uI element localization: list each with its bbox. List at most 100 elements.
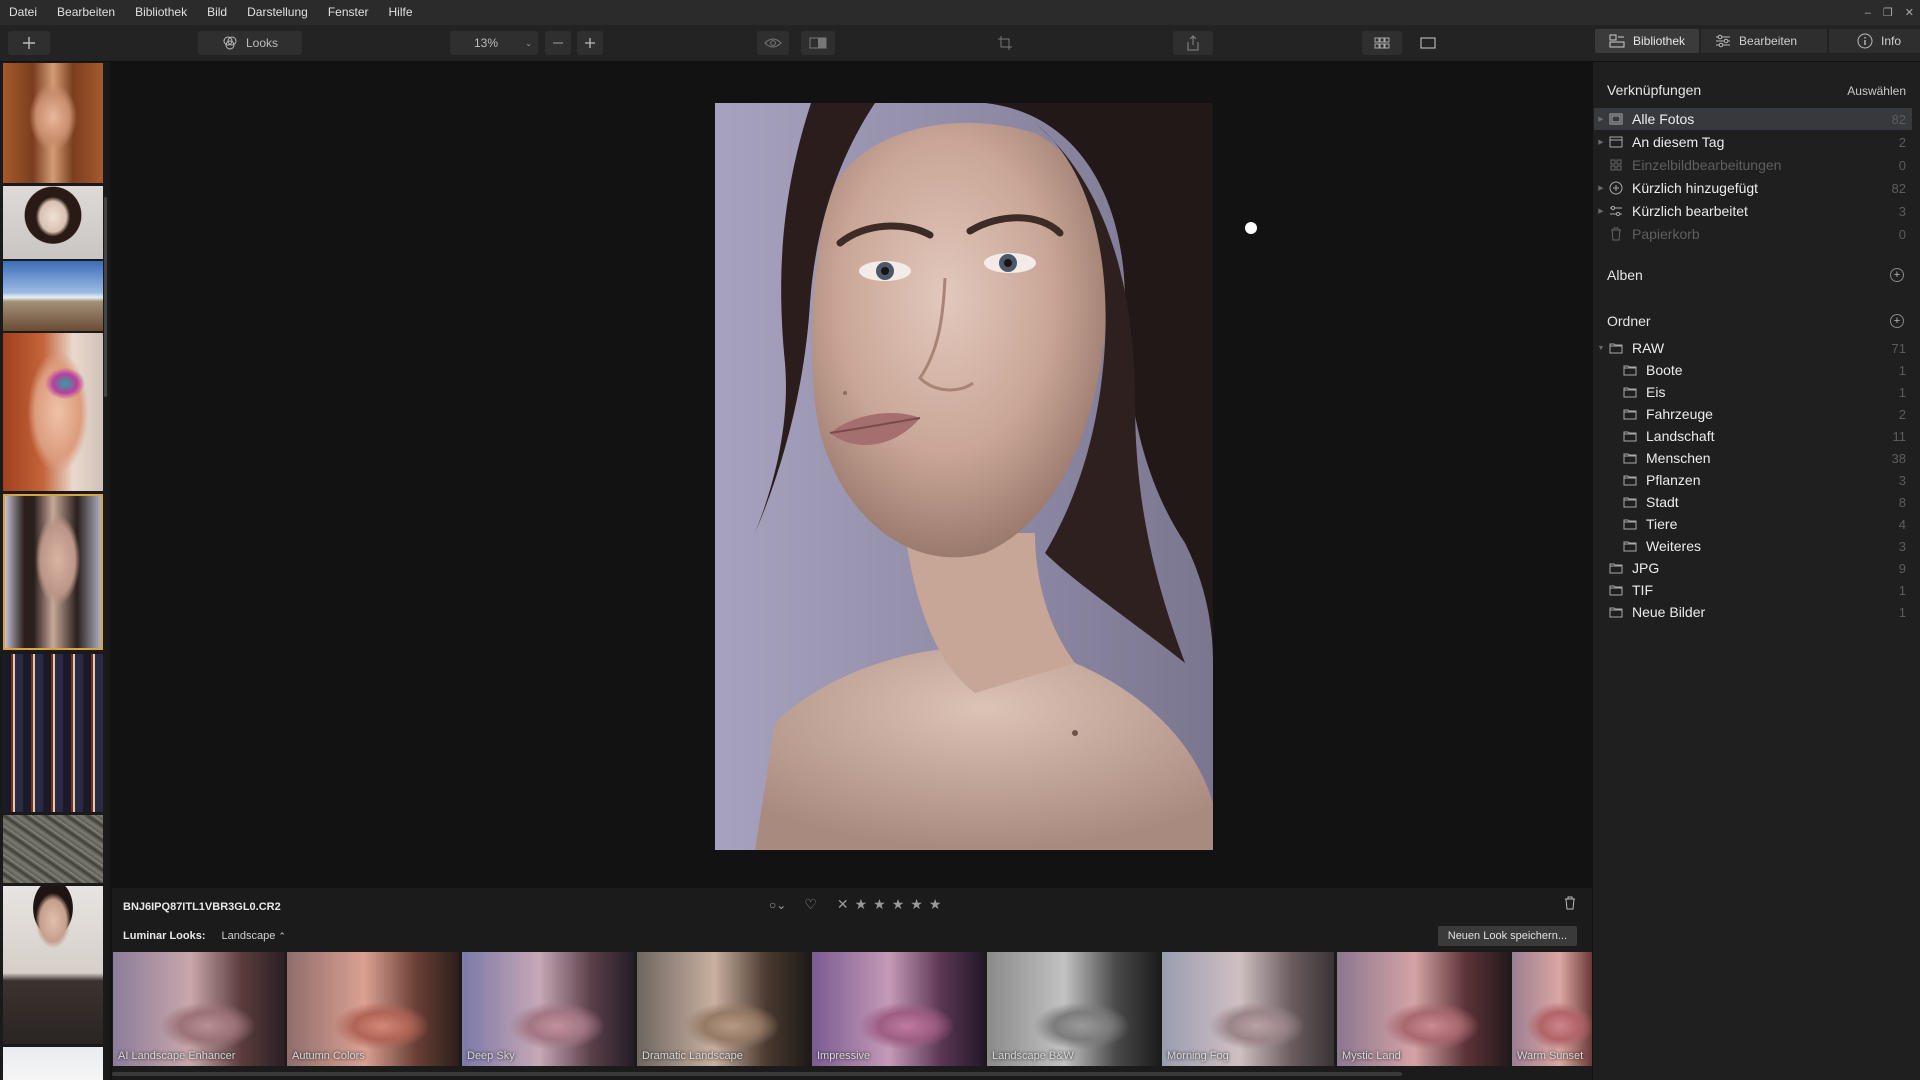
compare-icon bbox=[809, 37, 827, 49]
photos-icon bbox=[1608, 112, 1624, 126]
thumbnail[interactable] bbox=[3, 261, 103, 331]
add-photos-button[interactable] bbox=[8, 31, 50, 55]
thumbnail[interactable] bbox=[3, 63, 103, 183]
chevron-up-icon: ⌃ bbox=[278, 931, 286, 941]
shortcut-kuerzlich-bearbeitet[interactable]: ▶ Kürzlich bearbeitet 3 bbox=[1594, 200, 1912, 222]
folder-count: 3 bbox=[1898, 472, 1906, 488]
thumbnail[interactable] bbox=[3, 1047, 103, 1080]
expand-arrow-icon: ▶ bbox=[1598, 185, 1604, 192]
albums-title: Alben bbox=[1607, 267, 1643, 283]
compare-button[interactable] bbox=[801, 31, 835, 55]
shortcuts-title: Verknüpfungen bbox=[1607, 82, 1702, 98]
thumbnail[interactable] bbox=[3, 654, 103, 812]
main-photo[interactable] bbox=[715, 103, 1213, 850]
look-thumbnail[interactable]: Warm Sunset bbox=[1512, 952, 1592, 1066]
info-panel: BNJ6IPQ87ITL1VBR3GL0.CR2 ○⌄ ♡ ✕ ★ ★ ★ ★ … bbox=[112, 888, 1592, 1080]
add-album-icon[interactable]: + bbox=[1890, 268, 1904, 282]
star-icon[interactable]: ★ bbox=[855, 896, 868, 913]
shortcut-alle-fotos[interactable]: ▶ Alle Fotos 82 bbox=[1594, 108, 1912, 130]
folder-landschaft[interactable]: Landschaft 11 bbox=[1594, 425, 1912, 447]
crop-button[interactable] bbox=[990, 31, 1020, 55]
folder-weiteres[interactable]: Weiteres 3 bbox=[1594, 535, 1912, 557]
preview-toggle-button[interactable] bbox=[757, 31, 789, 55]
look-thumbnail[interactable]: Landscape B&W bbox=[987, 952, 1159, 1066]
filmstrip-scrollbar[interactable] bbox=[104, 197, 107, 397]
folder-fahrzeuge[interactable]: Fahrzeuge 2 bbox=[1594, 403, 1912, 425]
star-icon[interactable]: ★ bbox=[873, 896, 886, 913]
folder-menschen[interactable]: Menschen 38 bbox=[1594, 447, 1912, 469]
grid-view-button[interactable] bbox=[1362, 31, 1402, 55]
folder-count: 3 bbox=[1898, 538, 1906, 554]
look-thumbnail[interactable]: Autumn Colors bbox=[287, 952, 459, 1066]
menu-bibliothek[interactable]: Bibliothek bbox=[125, 0, 197, 25]
color-label-icon[interactable]: ○⌄ bbox=[769, 898, 786, 912]
folder-tiere[interactable]: Tiere 4 bbox=[1594, 513, 1912, 535]
shortcut-papierkorb[interactable]: Papierkorb 0 bbox=[1594, 223, 1912, 245]
look-thumbnail[interactable]: Deep Sky bbox=[462, 952, 634, 1066]
folder-tif[interactable]: TIF 1 bbox=[1594, 579, 1912, 601]
look-thumbnail[interactable]: Mystic Land bbox=[1337, 952, 1509, 1066]
thumbnail[interactable] bbox=[3, 815, 103, 883]
favorite-icon[interactable]: ♡ bbox=[804, 896, 817, 913]
look-thumbnail[interactable]: Morning Fog bbox=[1162, 952, 1334, 1066]
shortcut-kuerzlich-hinzugefuegt[interactable]: ▶ Kürzlich hinzugefügt 82 bbox=[1594, 177, 1912, 199]
library-sidebar: Verknüpfungen Auswählen ▶ Alle Fotos 82 … bbox=[1592, 62, 1920, 1080]
star-icon[interactable]: ★ bbox=[892, 896, 905, 913]
shortcut-einzelbildbearbeitungen[interactable]: Einzelbildbearbeitungen 0 bbox=[1594, 154, 1912, 176]
look-thumbnail[interactable]: AI Landscape Enhancer bbox=[113, 952, 285, 1066]
menu-bearbeiten[interactable]: Bearbeiten bbox=[47, 0, 125, 25]
image-viewer[interactable] bbox=[112, 62, 1592, 888]
looks-button[interactable]: Looks bbox=[198, 31, 302, 55]
zoom-out-button[interactable] bbox=[545, 31, 571, 55]
thumbnail-selected[interactable] bbox=[3, 494, 103, 650]
info-icon bbox=[1857, 33, 1873, 49]
plus-circle-icon bbox=[1608, 181, 1624, 195]
folder-pflanzen[interactable]: Pflanzen 3 bbox=[1594, 469, 1912, 491]
tab-info[interactable]: Info bbox=[1829, 29, 1920, 53]
look-thumbnail[interactable]: Dramatic Landscape bbox=[637, 952, 809, 1066]
folder-stadt[interactable]: Stadt 8 bbox=[1594, 491, 1912, 513]
star-icon[interactable]: ★ bbox=[929, 896, 942, 913]
look-label: Impressive bbox=[817, 1050, 871, 1062]
looks-category: Landscape bbox=[221, 930, 276, 942]
cursor-icon bbox=[1245, 222, 1257, 234]
looks-scrollbar[interactable] bbox=[112, 1072, 1402, 1076]
look-thumbnail[interactable]: Impressive bbox=[812, 952, 984, 1066]
shortcut-an-diesem-tag[interactable]: ▶ An diesem Tag 2 bbox=[1594, 131, 1912, 153]
zoom-select[interactable]: 13% ⌄ bbox=[450, 31, 538, 55]
folder-neue-bilder[interactable]: Neue Bilder 1 bbox=[1594, 601, 1912, 623]
single-view-button[interactable] bbox=[1408, 31, 1448, 55]
folder-icon bbox=[1622, 429, 1638, 443]
thumbnail[interactable] bbox=[3, 186, 103, 259]
folder-count: 9 bbox=[1898, 560, 1906, 576]
save-look-button[interactable]: Neuen Look speichern... bbox=[1437, 926, 1577, 946]
shortcut-label: An diesem Tag bbox=[1632, 134, 1725, 150]
menu-hilfe[interactable]: Hilfe bbox=[379, 0, 423, 25]
folder-icon bbox=[1622, 539, 1638, 553]
reject-icon[interactable]: ✕ bbox=[837, 896, 849, 913]
menu-bild[interactable]: Bild bbox=[197, 0, 237, 25]
zoom-in-button[interactable] bbox=[577, 31, 603, 55]
menu-darstellung[interactable]: Darstellung bbox=[237, 0, 318, 25]
minimize-icon[interactable]: – bbox=[1865, 7, 1871, 19]
shortcut-label: Kürzlich bearbeitet bbox=[1632, 203, 1748, 219]
thumbnail[interactable] bbox=[3, 333, 103, 491]
folder-jpg[interactable]: JPG 9 bbox=[1594, 557, 1912, 579]
looks-category-dropdown[interactable]: Landscape ⌃ bbox=[222, 930, 286, 942]
trash-icon[interactable] bbox=[1564, 896, 1576, 915]
menu-datei[interactable]: Datei bbox=[0, 0, 47, 25]
share-button[interactable] bbox=[1173, 31, 1213, 55]
close-icon[interactable]: ✕ bbox=[1905, 6, 1914, 19]
folder-raw[interactable]: ▼ RAW 71 bbox=[1594, 337, 1912, 359]
folder-icon bbox=[1622, 451, 1638, 465]
folder-eis[interactable]: Eis 1 bbox=[1594, 381, 1912, 403]
menu-fenster[interactable]: Fenster bbox=[318, 0, 379, 25]
tab-bearbeiten[interactable]: Bearbeiten bbox=[1701, 29, 1828, 53]
add-folder-icon[interactable]: + bbox=[1890, 314, 1904, 328]
select-action[interactable]: Auswählen bbox=[1847, 84, 1906, 98]
thumbnail[interactable] bbox=[3, 886, 103, 1044]
folder-boote[interactable]: Boote 1 bbox=[1594, 359, 1912, 381]
star-icon[interactable]: ★ bbox=[910, 896, 923, 913]
tab-bibliothek[interactable]: Bibliothek bbox=[1595, 29, 1700, 53]
restore-icon[interactable]: ❐ bbox=[1883, 6, 1893, 19]
